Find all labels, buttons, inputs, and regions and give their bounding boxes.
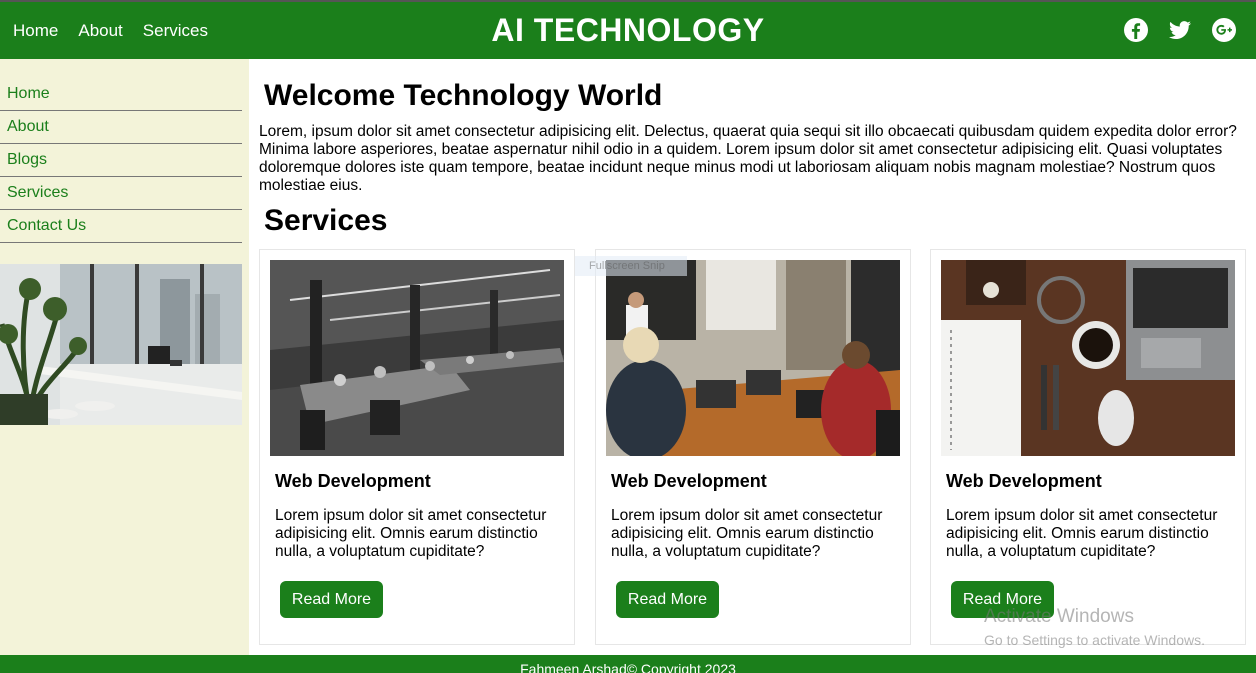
service-card: Web Development Lorem ipsum dolor sit am… xyxy=(259,249,575,645)
nav-home-link[interactable]: Home xyxy=(13,21,58,41)
footer-copyright: Fahmeen Arshad© Copyright 2023 xyxy=(520,661,736,673)
card-title: Web Development xyxy=(275,471,431,491)
sidebar-item-services[interactable]: Services xyxy=(0,177,242,210)
sidebar-item-blogs[interactable]: Blogs xyxy=(0,144,242,177)
card-text: Lorem ipsum dolor sit amet consectetur a… xyxy=(946,507,1218,560)
page-title: Welcome Technology World xyxy=(264,79,663,112)
card-title: Web Development xyxy=(946,471,1102,491)
sidebar-menu: Home About Blogs Services Contact Us xyxy=(0,78,242,243)
intro-paragraph: Lorem, ipsum dolor sit amet consectetur … xyxy=(259,123,1237,194)
card-text: Lorem ipsum dolor sit amet consectetur a… xyxy=(611,507,883,560)
office-workspace-photo xyxy=(270,260,564,456)
facebook-icon[interactable] xyxy=(1124,18,1148,42)
social-links xyxy=(1124,18,1236,42)
office-photo xyxy=(0,264,242,425)
snip-tooltip: Fullscreen Snip xyxy=(575,256,687,276)
sidebar-item-contact-us[interactable]: Contact Us xyxy=(0,210,242,243)
twitter-icon[interactable] xyxy=(1168,18,1192,42)
service-card: Web Development Lorem ipsum dolor sit am… xyxy=(930,249,1246,645)
card-text: Lorem ipsum dolor sit amet consectetur a… xyxy=(275,507,547,560)
card-title: Web Development xyxy=(611,471,767,491)
sidebar-item-home[interactable]: Home xyxy=(0,78,242,111)
google-plus-icon[interactable] xyxy=(1212,18,1236,42)
nav-services-link[interactable]: Services xyxy=(143,21,208,41)
footer: Fahmeen Arshad© Copyright 2023 xyxy=(0,655,1256,673)
desk-flatlay-photo xyxy=(941,260,1235,456)
read-more-button[interactable]: Read More xyxy=(616,581,719,618)
read-more-button[interactable]: Read More xyxy=(280,581,383,618)
services-heading: Services xyxy=(264,204,388,237)
meeting-room-photo xyxy=(606,260,900,456)
service-card: Web Development Lorem ipsum dolor sit am… xyxy=(595,249,911,645)
sidebar-item-about[interactable]: About xyxy=(0,111,242,144)
nav-about-link[interactable]: About xyxy=(78,21,122,41)
read-more-button[interactable]: Read More xyxy=(951,581,1054,618)
sidebar: Home About Blogs Services Contact Us xyxy=(0,59,249,655)
top-navbar: Home About Services AI TECHNOLOGY xyxy=(0,0,1256,59)
top-nav: Home About Services xyxy=(13,21,208,41)
